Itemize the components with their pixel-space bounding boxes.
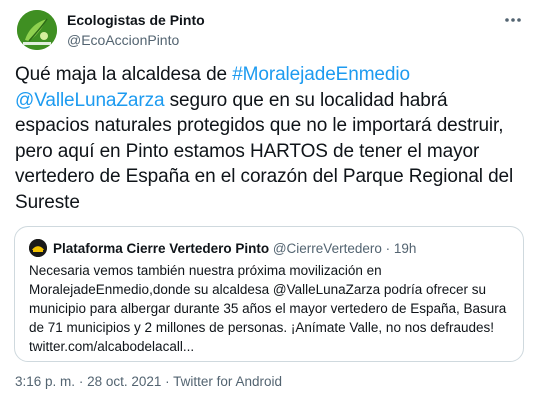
quoted-text-line: municipio para albergar durante 35 años … xyxy=(29,301,507,316)
meta-separator: · xyxy=(165,374,170,389)
quoted-text-line: Necesaria vemos también nuestra próxima … xyxy=(29,263,382,278)
quoted-separator: · xyxy=(385,241,391,256)
quoted-link: twitter.com/alcabodelacall... xyxy=(29,339,195,354)
tweet-text-part: Qué maja la alcaldesa de xyxy=(15,64,233,85)
more-horizontal-icon xyxy=(505,18,521,22)
tweet-time[interactable]: 3:16 p. m. xyxy=(15,374,75,389)
quoted-tweet-header: Plataforma Cierre Vertedero Pinto @Cierr… xyxy=(29,239,416,258)
author-avatar[interactable] xyxy=(17,10,57,50)
author-handle[interactable]: @EcoAccionPinto xyxy=(67,31,205,49)
tweet-source[interactable]: Twitter for Android xyxy=(173,374,282,389)
quoted-text-line: MoralejadeEnmedio,donde su alcaldesa @Va… xyxy=(29,282,486,297)
meta-separator: · xyxy=(78,374,84,389)
quoted-tweet[interactable]: Plataforma Cierre Vertedero Pinto @Cierr… xyxy=(14,226,524,362)
author-display-name[interactable]: Ecologistas de Pinto xyxy=(67,11,205,29)
tweet-header: Ecologistas de Pinto @EcoAccionPinto xyxy=(15,8,525,52)
mention-link[interactable]: @ValleLunaZarza xyxy=(15,90,165,111)
tweet-text: Qué maja la alcaldesa de #MoralejadeEnme… xyxy=(15,62,525,215)
author-names: Ecologistas de Pinto @EcoAccionPinto xyxy=(67,11,205,49)
tweet-date[interactable]: 28 oct. 2021 xyxy=(87,374,161,389)
quoted-text-line: de 71 municipios y 2 millones de persona… xyxy=(29,320,495,335)
tweet-meta: 3:16 p. m. · 28 oct. 2021 · Twitter for … xyxy=(15,373,282,391)
hashtag-link[interactable]: #MoralejadeEnmedio xyxy=(232,64,410,85)
quoted-tweet-text: Necesaria vemos también nuestra próxima … xyxy=(29,261,511,356)
more-options-button[interactable] xyxy=(503,10,523,30)
quoted-display-name: Plataforma Cierre Vertedero Pinto xyxy=(53,241,270,256)
quoted-author-avatar xyxy=(29,239,47,257)
quoted-handle: @CierreVertedero xyxy=(272,241,382,256)
ecologistas-logo-icon xyxy=(17,10,57,50)
quoted-time: 19h xyxy=(393,241,417,256)
quoted-avatar-icon xyxy=(29,239,47,257)
